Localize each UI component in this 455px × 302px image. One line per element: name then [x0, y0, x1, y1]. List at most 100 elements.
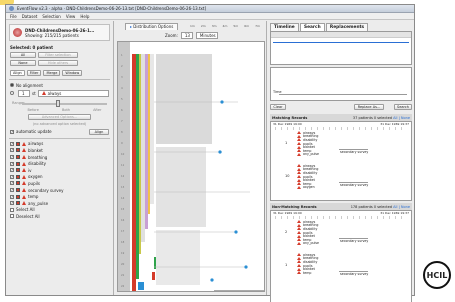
dataset-showing: Showing: 215/215 patients	[25, 32, 79, 38]
select-all-button[interactable]: All	[10, 52, 36, 58]
radio-icon[interactable]	[10, 91, 14, 96]
event-dot	[234, 230, 238, 234]
menu-help[interactable]: Help	[80, 14, 89, 19]
color-swatch-icon[interactable]	[16, 161, 20, 166]
color-swatch-icon[interactable]	[16, 201, 20, 206]
unit-select[interactable]: Minutes	[195, 31, 218, 39]
event-checkbox[interactable]: ✓	[10, 174, 14, 179]
event-type-row[interactable]: ✓ any_pulse	[6, 200, 113, 207]
color-swatch-icon[interactable]	[16, 181, 20, 186]
no-alignment-option[interactable]: No alignment	[6, 82, 113, 89]
auto-update-checkbox[interactable]: ✓	[10, 129, 14, 134]
row-number: 13	[121, 185, 125, 189]
event-type-row[interactable]: ✓ iv	[6, 167, 113, 174]
timeline-ticks	[275, 127, 407, 130]
event-type-label: breathing	[28, 154, 48, 160]
triangle-icon	[297, 145, 301, 149]
range-slider[interactable]: Ranges	[12, 99, 107, 107]
align-event-row: 1 st always	[6, 89, 113, 98]
matching-records-list[interactable]: 31 Dec 1969 19:00 31 Dec 1969 19:37 1 air…	[270, 121, 412, 201]
event-type-row[interactable]: ✓ breathing	[6, 154, 113, 161]
time-constraint-area[interactable]: Time	[270, 67, 412, 101]
record-card[interactable]: 1 airways breathing disability pupils blanket…	[271, 253, 411, 283]
range-both-label: Both	[61, 107, 71, 112]
event-type-label: iv	[28, 167, 32, 173]
checkbox-icon[interactable]	[10, 214, 14, 219]
matching-select-link[interactable]: All | None	[393, 116, 410, 120]
menu-file[interactable]: File	[10, 14, 17, 19]
event-checkbox[interactable]: ✓	[10, 194, 14, 199]
align-button[interactable]: Align	[89, 128, 109, 135]
event-checkbox[interactable]: ✓	[10, 161, 14, 166]
dataset-icon	[13, 28, 22, 37]
tab-filter[interactable]: Filter	[26, 70, 42, 76]
event-checkbox[interactable]: ✓	[10, 201, 14, 206]
clear-button[interactable]: Clear	[270, 104, 286, 110]
select-all-row[interactable]: Select All	[6, 207, 113, 214]
row-number: 12	[121, 174, 125, 178]
color-swatch-icon[interactable]	[16, 141, 20, 146]
triangle-icon	[297, 142, 301, 146]
checkbox-icon[interactable]	[10, 207, 14, 212]
slider-knob[interactable]	[56, 99, 60, 107]
event-checkbox[interactable]: ✓	[10, 188, 14, 193]
color-swatch-icon[interactable]	[16, 174, 20, 179]
horizontal-scrollbar[interactable]	[214, 290, 264, 292]
event-type-row[interactable]: ✓ airways	[6, 141, 113, 148]
triangle-icon	[22, 181, 26, 186]
tab-align[interactable]: Align	[10, 70, 25, 76]
filter-selection-button[interactable]: Filter selection	[38, 52, 78, 58]
record-card[interactable]: 1 airways breathing disability pupils blanket…	[271, 131, 411, 161]
replace-as-button[interactable]: Replace As...	[354, 104, 384, 110]
select-none-button[interactable]: None	[10, 60, 36, 66]
distribution-plot[interactable]: 1 2 3 4 5 6 7 8 9 10 11 12 13 14 15 16 17 18 19 20 21 22	[117, 41, 265, 292]
nonmatching-records-list[interactable]: 31 Dec 1969 19:00 31 Dec 1969 19:37 2 air…	[270, 210, 412, 302]
zoom-select[interactable]: 13	[180, 31, 193, 39]
menu-dataset[interactable]: Dataset	[22, 14, 38, 19]
select-all-label: Select All	[16, 207, 35, 213]
event-type-row[interactable]: ✓ temp	[6, 193, 113, 200]
color-swatch-icon[interactable]	[16, 168, 20, 173]
event-checkbox[interactable]: ✓	[10, 141, 14, 146]
color-swatch-icon[interactable]	[16, 194, 20, 199]
event-type-row[interactable]: ✓ oxygen	[6, 174, 113, 181]
search-button[interactable]: Search	[394, 104, 412, 110]
record-card[interactable]: 2 airways breathing disability pupils blanket…	[271, 220, 411, 250]
distribution-panel: ▸ Distribution Options Zoom: 13 Minutes …	[115, 21, 267, 295]
tab-merge[interactable]: Merge	[43, 70, 61, 76]
deselect-all-row[interactable]: Deselect All	[6, 213, 113, 220]
row-number: 14	[121, 196, 125, 200]
event-type-row[interactable]: ✓ secondary survey	[6, 187, 113, 194]
event-checkbox[interactable]: ✓	[10, 168, 14, 173]
record-count: 1	[285, 141, 288, 145]
event-type-row[interactable]: ✓ disability	[6, 160, 113, 167]
record-card[interactable]: 10 airways breathing disability pupils blanke…	[271, 164, 411, 194]
align-event-select[interactable]: always	[37, 89, 109, 97]
menu-selection[interactable]: Selection	[42, 14, 60, 19]
hide-others-button[interactable]: Hide others	[38, 60, 78, 66]
event-checkbox[interactable]: ✓	[10, 148, 14, 153]
align-count-select[interactable]: 1	[18, 89, 30, 97]
menu-view[interactable]: View	[66, 14, 76, 19]
color-swatch-icon[interactable]	[16, 188, 20, 193]
record-count: 10	[285, 174, 290, 178]
event-checkbox[interactable]: ✓	[10, 155, 14, 160]
search-pattern-canvas[interactable]	[270, 31, 412, 65]
span-block	[156, 147, 206, 227]
color-swatch-icon[interactable]	[16, 155, 20, 160]
tab-window[interactable]: Window	[62, 70, 83, 76]
advanced-options-button[interactable]: Advanced Options...	[28, 113, 91, 120]
nonmatching-select-link[interactable]: All | None	[393, 205, 410, 209]
tab-distribution-options[interactable]: ▸ Distribution Options	[125, 23, 179, 30]
triangle-icon	[297, 149, 301, 153]
triangle-icon	[22, 201, 26, 206]
event-checkbox[interactable]: ✓	[10, 181, 14, 186]
triangle-icon	[297, 220, 301, 224]
timeline-ticks	[275, 216, 407, 219]
event-type-row[interactable]: ✓ blanket	[6, 147, 113, 154]
radio-selected-icon[interactable]	[10, 83, 14, 88]
event-type-row[interactable]: ✓ pupils	[6, 180, 113, 187]
triangle-icon	[22, 148, 26, 153]
color-swatch-icon[interactable]	[16, 148, 20, 153]
event-dot	[244, 265, 248, 269]
